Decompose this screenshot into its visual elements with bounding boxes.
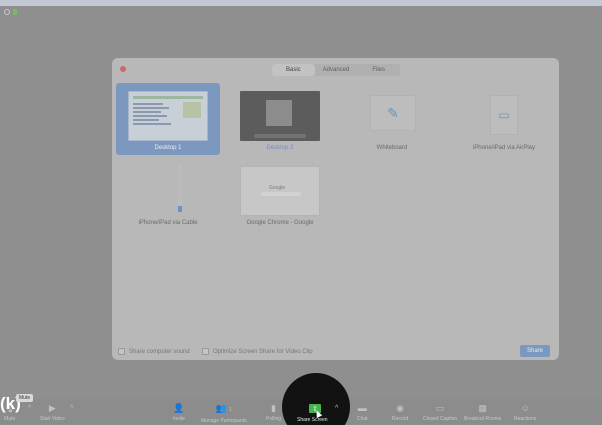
add-person-icon: 👤 [173, 403, 185, 413]
desktop-2-thumbnail [240, 91, 320, 141]
share-sound-option[interactable]: Share computer sound [118, 348, 190, 355]
chat-label: Chat [357, 416, 368, 422]
bar-chart-icon: ▮ [271, 403, 276, 413]
share-screen-label: Share Screen [297, 417, 328, 423]
audio-options-caret[interactable]: ^ [28, 405, 31, 412]
tab-basic[interactable]: Basic [272, 64, 315, 76]
share-options-caret[interactable]: ^ [335, 405, 338, 412]
google-logo-text: Google [269, 185, 286, 191]
source-desktop-2[interactable]: Desktop 2 [228, 83, 332, 155]
chrome-thumbnail: Google [240, 166, 320, 216]
source-label: Desktop 1 [154, 145, 182, 151]
source-chrome[interactable]: Google Google Chrome - Google [228, 158, 332, 230]
whiteboard-thumbnail: ✎ [370, 95, 416, 131]
share-sound-label: Share computer sound [129, 348, 190, 355]
mute-label: Mute [4, 416, 16, 422]
source-desktop-1[interactable]: Desktop 1 [116, 83, 220, 155]
breakout-rooms-label: Breakout Rooms [464, 416, 502, 422]
record-button[interactable]: ◉ Record [392, 403, 408, 422]
desktop-1-thumbnail [128, 91, 208, 141]
optimize-video-option[interactable]: Optimize Screen Share for Video Clip [202, 348, 313, 355]
breakout-rooms-button[interactable]: ▦ Breakout Rooms [464, 403, 501, 422]
optimize-video-checkbox[interactable] [202, 348, 209, 355]
share-tabs: Basic Advanced Files [272, 64, 400, 76]
invite-button[interactable]: 👤 Invite [173, 403, 185, 422]
participants-label: Manage Participants [201, 418, 247, 424]
window-status [4, 9, 17, 15]
polling-label: Polling [266, 416, 282, 422]
source-label: iPhone/iPad via Cable [138, 220, 198, 226]
source-label: Google Chrome - Google [246, 220, 314, 226]
polling-button[interactable]: ▮ Polling [266, 403, 281, 422]
invite-label: Invite [173, 416, 185, 422]
start-video-button[interactable]: ▶ Start Video [40, 403, 65, 422]
airplay-thumbnail: ▭ [490, 95, 518, 135]
tab-files[interactable]: Files [357, 64, 400, 76]
source-label: iPhone/iPad via AirPlay [472, 145, 536, 151]
mute-tooltip: Mute [16, 394, 34, 402]
title-bar [0, 0, 602, 6]
share-sound-checkbox[interactable] [118, 348, 125, 355]
source-iphone-cable[interactable]: iPhone/iPad via Cable [116, 158, 220, 230]
chat-button[interactable]: ▬ Chat [357, 403, 368, 422]
close-button[interactable] [120, 66, 126, 72]
record-label: Record [392, 416, 409, 422]
reactions-label: Reactions [514, 416, 537, 422]
encryption-lock-icon[interactable] [13, 9, 17, 15]
source-label: Desktop 2 [266, 145, 294, 151]
share-button[interactable]: Share [520, 345, 550, 357]
share-screen-dialog: Basic Advanced Files Desktop 1 Desktop 2… [112, 58, 559, 360]
start-video-label: Start Video [40, 416, 65, 422]
tab-advanced[interactable]: Advanced [315, 64, 358, 76]
participants-icon: 👥 1 [215, 403, 233, 413]
manage-participants-button[interactable]: 👥 1 Manage Participants [201, 403, 247, 424]
cc-icon: ▭ [435, 403, 445, 413]
smiley-icon: ☺ [520, 403, 530, 413]
airplay-icon: ▭ [498, 108, 510, 122]
closed-caption-button[interactable]: ▭ Closed Caption [423, 403, 457, 422]
search-bar-shape [261, 192, 301, 196]
info-icon[interactable] [4, 9, 10, 15]
cable-icon [178, 166, 182, 212]
optimize-video-label: Optimize Screen Share for Video Clip [213, 348, 313, 355]
closed-caption-label: Closed Caption [423, 416, 458, 422]
video-options-caret[interactable]: ^ [70, 405, 73, 412]
reactions-button[interactable]: ☺ Reactions [514, 403, 536, 422]
video-camera-icon: ▶ [48, 403, 56, 413]
source-whiteboard[interactable]: ✎ Whiteboard [340, 83, 444, 155]
source-label: Whiteboard [376, 145, 408, 151]
chat-bubble-icon: ▬ [357, 403, 367, 413]
cable-thumbnail [128, 166, 208, 216]
source-airplay[interactable]: ▭ iPhone/iPad via AirPlay [452, 83, 556, 155]
pencil-icon: ✎ [387, 104, 399, 121]
grid-icon: ▦ [478, 403, 487, 413]
record-icon: ◉ [396, 403, 404, 413]
